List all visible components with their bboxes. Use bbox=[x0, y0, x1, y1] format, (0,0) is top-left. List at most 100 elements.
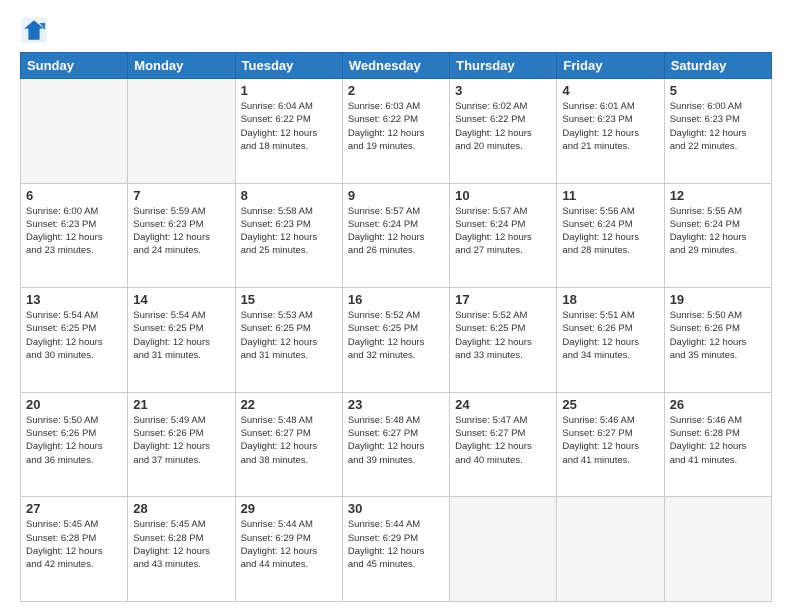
day-info: Sunrise: 6:04 AMSunset: 6:22 PMDaylight:… bbox=[241, 100, 337, 153]
day-number: 24 bbox=[455, 397, 551, 412]
day-header-wednesday: Wednesday bbox=[342, 53, 449, 79]
calendar-cell: 30 Sunrise: 5:44 AMSunset: 6:29 PMDayligh… bbox=[342, 497, 449, 602]
day-number: 26 bbox=[670, 397, 766, 412]
day-number: 27 bbox=[26, 501, 122, 516]
day-info: Sunrise: 6:00 AMSunset: 6:23 PMDaylight:… bbox=[26, 205, 122, 258]
day-info: Sunrise: 5:51 AMSunset: 6:26 PMDaylight:… bbox=[562, 309, 658, 362]
day-number: 1 bbox=[241, 83, 337, 98]
day-number: 21 bbox=[133, 397, 229, 412]
day-number: 28 bbox=[133, 501, 229, 516]
day-number: 8 bbox=[241, 188, 337, 203]
calendar-cell: 17 Sunrise: 5:52 AMSunset: 6:25 PMDayligh… bbox=[450, 288, 557, 393]
day-number: 20 bbox=[26, 397, 122, 412]
day-info: Sunrise: 5:56 AMSunset: 6:24 PMDaylight:… bbox=[562, 205, 658, 258]
day-info: Sunrise: 5:53 AMSunset: 6:25 PMDaylight:… bbox=[241, 309, 337, 362]
day-info: Sunrise: 6:02 AMSunset: 6:22 PMDaylight:… bbox=[455, 100, 551, 153]
calendar-cell: 9 Sunrise: 5:57 AMSunset: 6:24 PMDaylight… bbox=[342, 183, 449, 288]
calendar-cell: 15 Sunrise: 5:53 AMSunset: 6:25 PMDayligh… bbox=[235, 288, 342, 393]
calendar-cell bbox=[557, 497, 664, 602]
calendar-cell: 6 Sunrise: 6:00 AMSunset: 6:23 PMDaylight… bbox=[21, 183, 128, 288]
header bbox=[20, 16, 772, 44]
day-number: 17 bbox=[455, 292, 551, 307]
calendar-week-2: 6 Sunrise: 6:00 AMSunset: 6:23 PMDaylight… bbox=[21, 183, 772, 288]
calendar-cell: 16Sunrise: 5:52 AMSunset: 6:25 PMDayligh… bbox=[342, 288, 449, 393]
day-info: Sunrise: 5:44 AMSunset: 6:29 PMDaylight:… bbox=[241, 518, 337, 571]
calendar-cell: 22 Sunrise: 5:48 AMSunset: 6:27 PMDayligh… bbox=[235, 392, 342, 497]
calendar-cell bbox=[664, 497, 771, 602]
day-number: 12 bbox=[670, 188, 766, 203]
day-number: 6 bbox=[26, 188, 122, 203]
day-info: Sunrise: 5:45 AMSunset: 6:28 PMDaylight:… bbox=[133, 518, 229, 571]
day-info: Sunrise: 5:54 AMSunset: 6:25 PMDaylight:… bbox=[133, 309, 229, 362]
day-number: 5 bbox=[670, 83, 766, 98]
day-info: Sunrise: 5:52 AMSunset: 6:25 PMDaylight:… bbox=[455, 309, 551, 362]
calendar-cell: 26 Sunrise: 5:46 AMSunset: 6:28 PMDayligh… bbox=[664, 392, 771, 497]
day-info: Sunrise: 5:47 AMSunset: 6:27 PMDaylight:… bbox=[455, 414, 551, 467]
day-number: 14 bbox=[133, 292, 229, 307]
day-number: 3 bbox=[455, 83, 551, 98]
day-info: Sunrise: 5:48 AMSunset: 6:27 PMDaylight:… bbox=[241, 414, 337, 467]
day-number: 30 bbox=[348, 501, 444, 516]
day-number: 22 bbox=[241, 397, 337, 412]
calendar-cell: 1 Sunrise: 6:04 AMSunset: 6:22 PMDaylight… bbox=[235, 79, 342, 184]
day-number: 15 bbox=[241, 292, 337, 307]
day-info: Sunrise: 5:44 AMSunset: 6:29 PMDaylight:… bbox=[348, 518, 444, 571]
calendar-week-5: 27 Sunrise: 5:45 AMSunset: 6:28 PMDayligh… bbox=[21, 497, 772, 602]
calendar-cell: 2Sunrise: 6:03 AMSunset: 6:22 PMDaylight… bbox=[342, 79, 449, 184]
day-number: 11 bbox=[562, 188, 658, 203]
day-info: Sunrise: 5:49 AMSunset: 6:26 PMDaylight:… bbox=[133, 414, 229, 467]
calendar-header-row: SundayMondayTuesdayWednesdayThursdayFrid… bbox=[21, 53, 772, 79]
day-info: Sunrise: 6:01 AMSunset: 6:23 PMDaylight:… bbox=[562, 100, 658, 153]
calendar-week-3: 13 Sunrise: 5:54 AMSunset: 6:25 PMDayligh… bbox=[21, 288, 772, 393]
day-number: 9 bbox=[348, 188, 444, 203]
day-number: 29 bbox=[241, 501, 337, 516]
day-number: 25 bbox=[562, 397, 658, 412]
calendar-cell: 27Sunrise: 5:45 AMSunset: 6:28 PMDayligh… bbox=[21, 497, 128, 602]
calendar-cell: 14 Sunrise: 5:54 AMSunset: 6:25 PMDayligh… bbox=[128, 288, 235, 393]
day-number: 4 bbox=[562, 83, 658, 98]
calendar-table: SundayMondayTuesdayWednesdayThursdayFrid… bbox=[20, 52, 772, 602]
logo-icon bbox=[20, 16, 48, 44]
day-header-tuesday: Tuesday bbox=[235, 53, 342, 79]
day-header-sunday: Sunday bbox=[21, 53, 128, 79]
calendar-cell bbox=[21, 79, 128, 184]
calendar-cell: 29 Sunrise: 5:44 AMSunset: 6:29 PMDayligh… bbox=[235, 497, 342, 602]
day-number: 18 bbox=[562, 292, 658, 307]
day-info: Sunrise: 5:48 AMSunset: 6:27 PMDaylight:… bbox=[348, 414, 444, 467]
logo bbox=[20, 16, 52, 44]
calendar-cell bbox=[128, 79, 235, 184]
day-header-monday: Monday bbox=[128, 53, 235, 79]
day-info: Sunrise: 6:03 AMSunset: 6:22 PMDaylight:… bbox=[348, 100, 444, 153]
day-number: 19 bbox=[670, 292, 766, 307]
calendar-cell: 10 Sunrise: 5:57 AMSunset: 6:24 PMDayligh… bbox=[450, 183, 557, 288]
calendar-cell bbox=[450, 497, 557, 602]
day-number: 10 bbox=[455, 188, 551, 203]
day-number: 7 bbox=[133, 188, 229, 203]
calendar-cell: 18 Sunrise: 5:51 AMSunset: 6:26 PMDayligh… bbox=[557, 288, 664, 393]
day-number: 13 bbox=[26, 292, 122, 307]
calendar-cell: 19 Sunrise: 5:50 AMSunset: 6:26 PMDayligh… bbox=[664, 288, 771, 393]
day-info: Sunrise: 5:46 AMSunset: 6:28 PMDaylight:… bbox=[670, 414, 766, 467]
calendar-cell: 24 Sunrise: 5:47 AMSunset: 6:27 PMDayligh… bbox=[450, 392, 557, 497]
calendar-cell: 13 Sunrise: 5:54 AMSunset: 6:25 PMDayligh… bbox=[21, 288, 128, 393]
calendar-cell: 11 Sunrise: 5:56 AMSunset: 6:24 PMDayligh… bbox=[557, 183, 664, 288]
calendar-cell: 5 Sunrise: 6:00 AMSunset: 6:23 PMDaylight… bbox=[664, 79, 771, 184]
day-header-friday: Friday bbox=[557, 53, 664, 79]
day-info: Sunrise: 5:54 AMSunset: 6:25 PMDaylight:… bbox=[26, 309, 122, 362]
calendar-cell: 3 Sunrise: 6:02 AMSunset: 6:22 PMDaylight… bbox=[450, 79, 557, 184]
day-info: Sunrise: 5:59 AMSunset: 6:23 PMDaylight:… bbox=[133, 205, 229, 258]
calendar-cell: 23 Sunrise: 5:48 AMSunset: 6:27 PMDayligh… bbox=[342, 392, 449, 497]
day-info: Sunrise: 5:46 AMSunset: 6:27 PMDaylight:… bbox=[562, 414, 658, 467]
day-info: Sunrise: 5:58 AMSunset: 6:23 PMDaylight:… bbox=[241, 205, 337, 258]
calendar-cell: 4 Sunrise: 6:01 AMSunset: 6:23 PMDaylight… bbox=[557, 79, 664, 184]
day-number: 23 bbox=[348, 397, 444, 412]
day-info: Sunrise: 5:50 AMSunset: 6:26 PMDaylight:… bbox=[670, 309, 766, 362]
day-header-thursday: Thursday bbox=[450, 53, 557, 79]
calendar-cell: 20Sunrise: 5:50 AMSunset: 6:26 PMDayligh… bbox=[21, 392, 128, 497]
calendar-cell: 8 Sunrise: 5:58 AMSunset: 6:23 PMDaylight… bbox=[235, 183, 342, 288]
calendar-cell: 12Sunrise: 5:55 AMSunset: 6:24 PMDayligh… bbox=[664, 183, 771, 288]
day-info: Sunrise: 5:57 AMSunset: 6:24 PMDaylight:… bbox=[455, 205, 551, 258]
calendar-week-1: 1 Sunrise: 6:04 AMSunset: 6:22 PMDaylight… bbox=[21, 79, 772, 184]
day-info: Sunrise: 6:00 AMSunset: 6:23 PMDaylight:… bbox=[670, 100, 766, 153]
day-info: Sunrise: 5:57 AMSunset: 6:24 PMDaylight:… bbox=[348, 205, 444, 258]
